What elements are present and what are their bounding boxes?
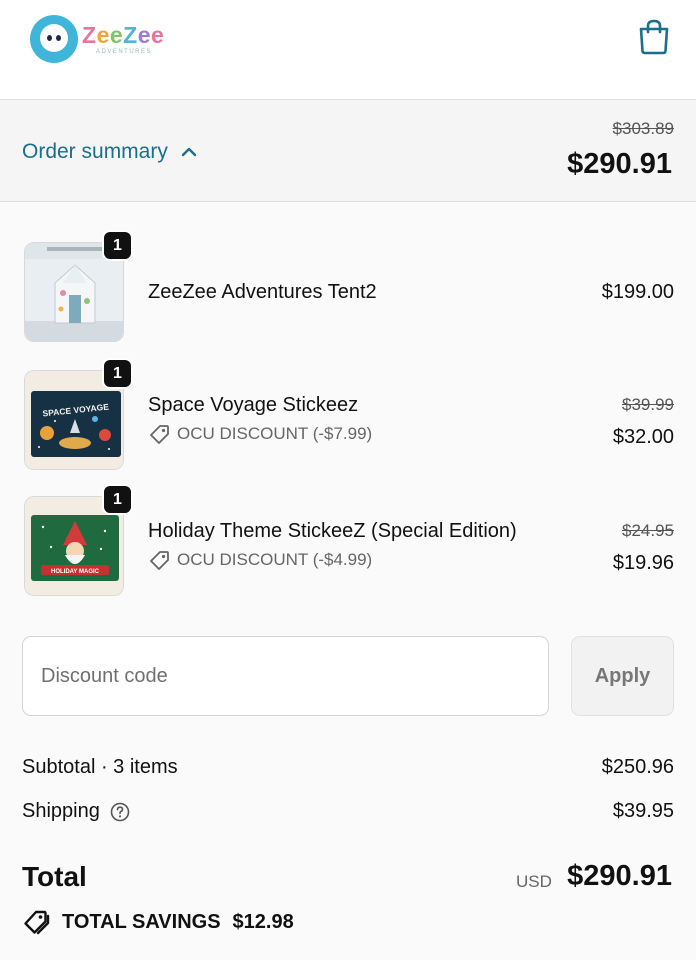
discount-tag-icon (150, 551, 169, 570)
thumbnail-title: HOLIDAY MAGIC (51, 569, 100, 575)
item-price: $199.00 (601, 281, 674, 303)
total-savings-value: $12.98 (232, 910, 294, 933)
item-name: Space Voyage Stickeez (148, 394, 359, 416)
yeti-logo-icon (30, 15, 78, 63)
item-price: $19.96 (612, 552, 674, 574)
order-summary-toggle[interactable]: Order summary (22, 140, 198, 164)
logo-subtitle: ADVENTURES (96, 48, 153, 55)
help-circle-icon[interactable] (110, 802, 130, 822)
subtotal-label: Subtotal · 3 items (22, 756, 178, 778)
total-savings-label: TOTAL SAVINGS (62, 910, 221, 933)
item-price: $32.00 (612, 426, 674, 448)
item-discount-label: OCU DISCOUNT (-$7.99) (177, 424, 373, 443)
quantity-badge: 1 (102, 484, 133, 515)
subtotal-value: $250.96 (601, 756, 674, 778)
order-summary-label: Order summary (22, 140, 168, 163)
savings-tags-icon (24, 910, 50, 935)
discount-tag-icon (150, 425, 169, 444)
line-item: HOLIDAY MAGIC 1 Holiday Theme StickeeZ (… (22, 484, 674, 596)
shopping-bag-icon[interactable] (636, 18, 672, 56)
line-item: 1 ZeeZee Adventures Tent2 $199.00 (22, 230, 674, 342)
apply-discount-button[interactable]: Apply (571, 636, 674, 716)
shipping-label: Shipping (22, 800, 100, 822)
line-item: SPACE VOYAGE 1 Space Voyage Stickeez OCU… (22, 358, 674, 470)
total-currency: USD (516, 872, 552, 891)
shipping-value: $39.95 (612, 800, 674, 822)
chevron-up-icon (181, 147, 197, 157)
summary-total: $290.91 (567, 148, 672, 180)
shipping-row: Shipping (22, 800, 130, 823)
total-savings: TOTAL SAVINGS $12.98 (22, 909, 294, 935)
quantity-badge: 1 (102, 358, 133, 389)
zeezee-logo[interactable]: ZeeZee ADVENTURES (30, 14, 180, 64)
item-name: ZeeZee Adventures Tent2 (148, 281, 377, 303)
total-label: Total (22, 861, 87, 892)
discount-code-input[interactable] (22, 636, 549, 716)
total-value: $290.91 (567, 860, 672, 892)
item-discount: OCU DISCOUNT (-$4.99) (148, 550, 372, 570)
item-original-price: $24.95 (622, 521, 674, 540)
logo-wordmark: ZeeZee (82, 21, 165, 48)
item-discount: OCU DISCOUNT (-$7.99) (148, 424, 372, 444)
site-header: ZeeZee ADVENTURES (0, 0, 696, 100)
quantity-badge: 1 (102, 230, 133, 261)
item-name: Holiday Theme StickeeZ (Special Edition) (148, 520, 517, 542)
summary-original-total: $303.89 (612, 119, 674, 138)
item-discount-label: OCU DISCOUNT (-$4.99) (177, 550, 373, 569)
item-original-price: $39.99 (622, 395, 674, 414)
